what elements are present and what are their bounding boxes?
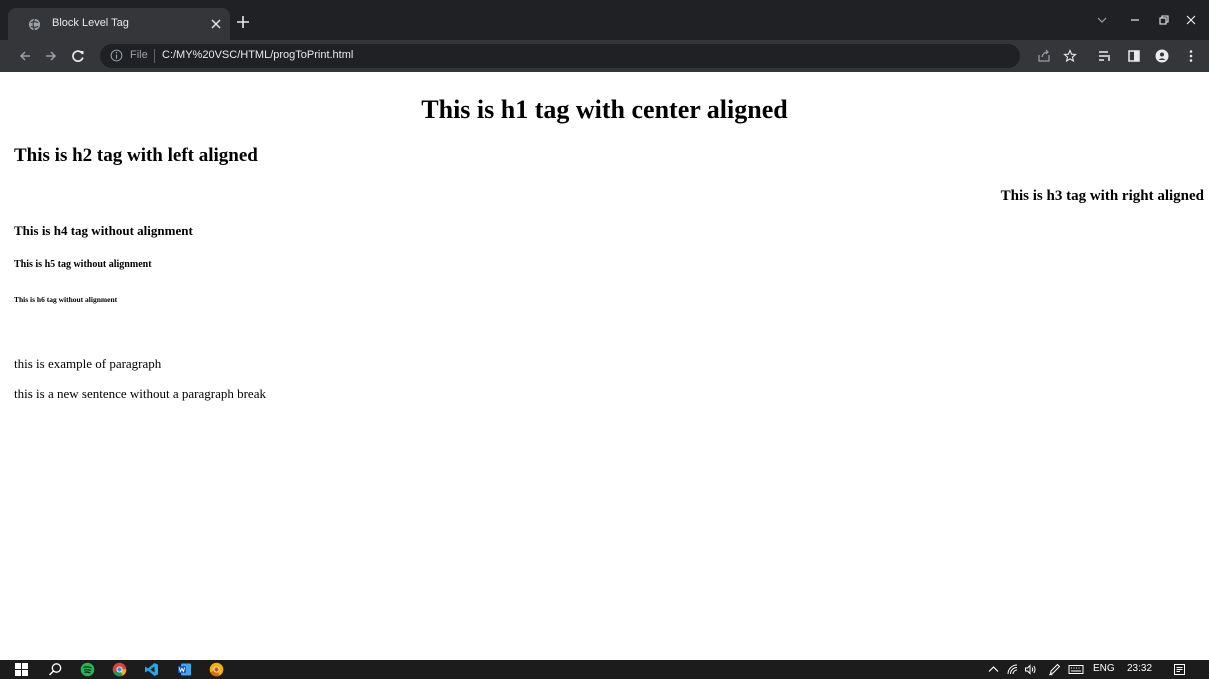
url-text[interactable]: C:/MY%20VSC/HTML/progToPrint.html [162, 49, 353, 61]
heading-h5: This is h5 tag without alignment [14, 259, 152, 270]
new-tab-icon[interactable] [236, 15, 250, 29]
page-viewport: This is h1 tag with center aligned This … [0, 72, 1209, 660]
file-scheme-label: File [130, 49, 148, 61]
windows-start-icon[interactable] [14, 662, 29, 677]
active-tab[interactable]: Block Level Tag [8, 8, 230, 40]
language-indicator[interactable]: ENG [1093, 663, 1115, 674]
chrome-canary-icon[interactable] [209, 662, 224, 677]
chevron-up-icon[interactable] [987, 663, 1000, 676]
word-icon[interactable] [177, 662, 192, 677]
side-panel-icon[interactable] [1127, 49, 1141, 63]
kebab-menu-icon[interactable] [1184, 49, 1198, 63]
minimize-icon[interactable] [1129, 14, 1141, 26]
profile-avatar-icon[interactable] [1155, 49, 1169, 63]
speaker-icon[interactable] [1024, 663, 1037, 676]
back-arrow-icon[interactable] [18, 49, 32, 63]
wifi-icon[interactable] [1006, 663, 1019, 676]
share-icon[interactable] [1037, 49, 1051, 63]
spotify-icon[interactable] [80, 662, 95, 677]
reload-icon[interactable] [71, 49, 85, 63]
windows-taskbar: ENG 23:32 [0, 660, 1209, 679]
restore-icon[interactable] [1158, 14, 1170, 26]
browser-tab-strip: Block Level Tag [0, 0, 1209, 40]
tab-search-chevron-icon[interactable] [1096, 14, 1108, 26]
search-icon[interactable] [48, 662, 63, 677]
clock[interactable]: 23:32 [1127, 663, 1152, 674]
tab-title: Block Level Tag [52, 17, 129, 29]
keyboard-icon[interactable] [1068, 663, 1084, 676]
bookmark-star-icon[interactable] [1063, 49, 1077, 63]
omnibox-divider [154, 49, 155, 63]
forward-arrow-icon[interactable] [44, 49, 58, 63]
heading-h3: This is h3 tag with right aligned [1000, 188, 1204, 204]
info-icon[interactable] [110, 49, 123, 62]
chrome-icon[interactable] [112, 662, 127, 677]
close-tab-icon[interactable] [209, 17, 223, 31]
reading-list-icon[interactable] [1098, 49, 1112, 63]
line-after-break: this is a new sentence without a paragra… [14, 386, 266, 401]
browser-toolbar: File C:/MY%20VSC/HTML/progToPrint.html [0, 40, 1209, 72]
heading-h4: This is h4 tag without alignment [14, 223, 193, 238]
heading-h1: This is h1 tag with center aligned [421, 95, 788, 124]
notification-center-icon[interactable] [1173, 663, 1186, 676]
vscode-icon[interactable] [144, 662, 159, 677]
paragraph: this is example of paragraph [14, 356, 162, 371]
globe-icon [28, 18, 41, 31]
heading-h6: This is h6 tag without alignment [14, 295, 118, 304]
close-window-icon[interactable] [1185, 14, 1197, 26]
heading-h2: This is h2 tag with left aligned [14, 145, 258, 166]
pen-icon[interactable] [1048, 663, 1061, 676]
address-bar[interactable]: File C:/MY%20VSC/HTML/progToPrint.html [100, 44, 1020, 68]
